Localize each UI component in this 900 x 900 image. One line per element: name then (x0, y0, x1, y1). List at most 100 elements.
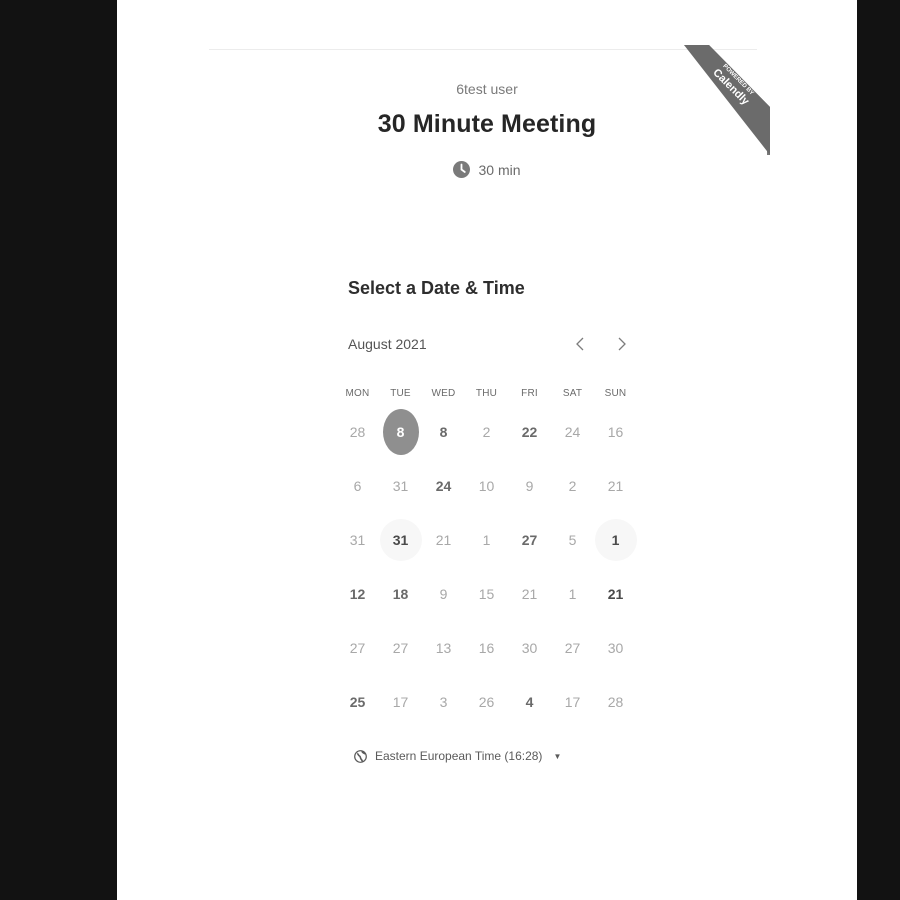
calendar-day: 21 (508, 567, 551, 621)
day-number: 30 (521, 640, 538, 656)
calendar-day: 2 (551, 459, 594, 513)
day-number: 5 (568, 532, 577, 548)
event-header: 6test user 30 Minute Meeting 30 min (117, 80, 857, 178)
calendar-day: 31 (336, 513, 379, 567)
calendar-day: 28 (336, 405, 379, 459)
day-number: 27 (521, 532, 538, 548)
day-number: 28 (607, 694, 624, 710)
day-number: 31 (349, 532, 366, 548)
calendar-day-available[interactable]: 21 (594, 567, 637, 621)
day-number: 21 (435, 532, 452, 548)
timezone-selector[interactable]: Eastern European Time (16:28) ▼ (354, 749, 561, 763)
calendar-day: 2 (465, 405, 508, 459)
top-divider (209, 49, 757, 50)
calendar-day: 27 (551, 621, 594, 675)
weekday-label: WED (431, 388, 456, 399)
globe-icon (354, 749, 367, 763)
day-number: 16 (607, 424, 624, 440)
calendar-day: 16 (465, 621, 508, 675)
event-title: 30 Minute Meeting (377, 110, 597, 138)
day-number: 4 (525, 694, 534, 710)
caret-down-icon: ▼ (553, 751, 562, 761)
calendar-day-available[interactable]: 22 (508, 405, 551, 459)
calendar-day: 16 (594, 405, 637, 459)
calendar-day: 27 (379, 621, 422, 675)
next-month-button[interactable] (611, 334, 633, 354)
day-number: 6 (353, 478, 362, 494)
calendar-day: 1 (465, 513, 508, 567)
calendar-day: 30 (594, 621, 637, 675)
calendar-day: 10 (465, 459, 508, 513)
calendar-day: 9 (422, 567, 465, 621)
calendar-day: 21 (422, 513, 465, 567)
calendar-day: 17 (551, 675, 594, 729)
calendar-day: 31 (379, 459, 422, 513)
day-number: 21 (521, 586, 538, 602)
calendar-day: 15 (465, 567, 508, 621)
calendar-day: 1 (551, 567, 594, 621)
day-number: 21 (607, 478, 624, 494)
day-number: 16 (478, 640, 495, 656)
day-number: 10 (478, 478, 495, 494)
calendar-day-available[interactable]: 12 (336, 567, 379, 621)
day-number: 31 (392, 478, 409, 494)
calendar-day-available[interactable]: 1 (594, 513, 637, 567)
calendar-day-available[interactable]: 4 (508, 675, 551, 729)
day-number: 12 (349, 586, 366, 602)
weekday-header: MON TUE WED THU FRI SAT SUN (336, 388, 636, 399)
day-number: 18 (392, 586, 409, 602)
day-number: 27 (392, 640, 409, 656)
day-number: 28 (349, 424, 366, 440)
calendar-day: 28 (594, 675, 637, 729)
calendar-day: 5 (551, 513, 594, 567)
calendar-day: 21 (594, 459, 637, 513)
day-number: 25 (349, 694, 366, 710)
day-number: 2 (568, 478, 577, 494)
calendar-day: 6 (336, 459, 379, 513)
calendar-day-available[interactable]: 8 (422, 405, 465, 459)
day-number: 9 (439, 586, 448, 602)
day-number: 17 (564, 694, 581, 710)
day-number: 21 (607, 586, 624, 602)
day-number: 24 (564, 424, 581, 440)
host-name: 6test user (456, 81, 518, 97)
weekday-label: SUN (604, 388, 627, 399)
day-number: 3 (439, 694, 448, 710)
calendar-day-grid: 28 8 8 2 22 24 16 6 31 24 10 9 2 21 31 31 21 1 27 5 1 12 18 9 15… (336, 405, 637, 729)
timezone-label: Eastern European Time (16:28) (375, 749, 543, 763)
calendar-day: 30 (508, 621, 551, 675)
calendar-day-available[interactable]: 18 (379, 567, 422, 621)
day-number: 1 (594, 519, 637, 561)
weekday-label: THU (475, 388, 498, 399)
calendar-day: 9 (508, 459, 551, 513)
day-number: 31 (379, 519, 422, 561)
day-number: 22 (521, 424, 538, 440)
calendar-day-available[interactable]: 31 (379, 513, 422, 567)
calendar-day: 17 (379, 675, 422, 729)
calendar-day: 3 (422, 675, 465, 729)
day-number: 13 (435, 640, 452, 656)
calendar-day-available[interactable]: 25 (336, 675, 379, 729)
day-number: 1 (568, 586, 577, 602)
calendar-day-selected[interactable]: 8 (379, 405, 422, 459)
day-number: 2 (482, 424, 491, 440)
calendar-day: 26 (465, 675, 508, 729)
day-number: 27 (564, 640, 581, 656)
select-date-time-title: Select a Date & Time (348, 278, 525, 298)
chevron-left-icon (576, 337, 584, 351)
day-number: 8 (439, 424, 448, 440)
day-number: 9 (525, 478, 534, 494)
day-number: 24 (435, 478, 452, 494)
weekday-label: FRI (521, 388, 538, 399)
previous-month-button[interactable] (569, 334, 591, 354)
weekday-label: MON (345, 388, 370, 399)
day-number: 1 (482, 532, 491, 548)
weekday-label: TUE (390, 388, 411, 399)
month-label: August 2021 (348, 336, 427, 352)
calendar-day: 27 (336, 621, 379, 675)
weekday-label: SAT (562, 388, 583, 399)
calendar-day-available[interactable]: 27 (508, 513, 551, 567)
day-number: 15 (478, 586, 495, 602)
calendar-day-available[interactable]: 24 (422, 459, 465, 513)
duration-label: 30 min (478, 161, 521, 178)
